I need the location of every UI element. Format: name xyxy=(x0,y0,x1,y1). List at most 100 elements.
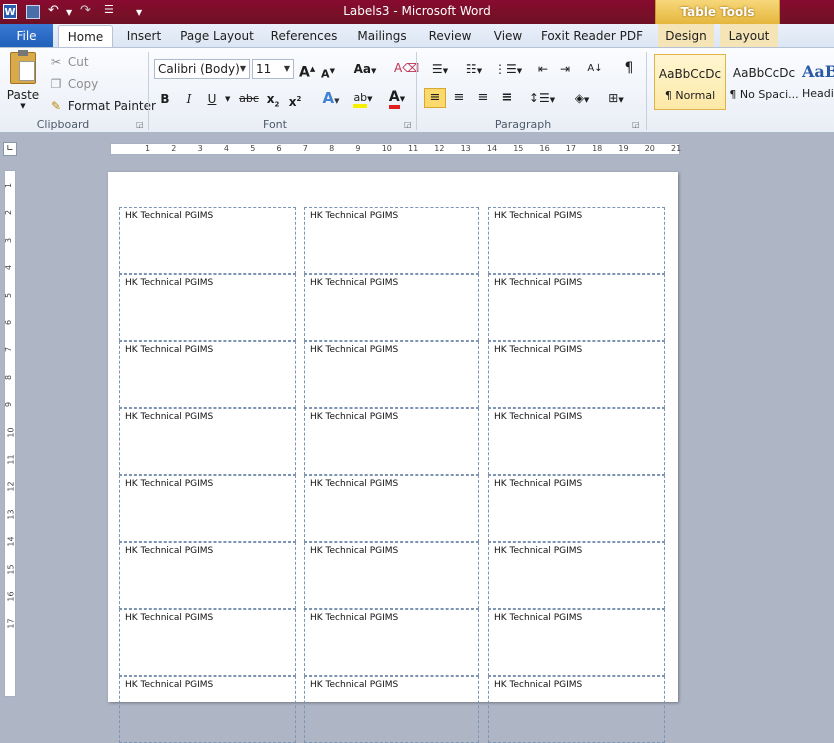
show-formatting-icon[interactable]: ¶ xyxy=(620,59,638,77)
label-cell[interactable]: HK Technical PGIMS xyxy=(488,274,665,341)
label-cell[interactable]: HK Technical PGIMS xyxy=(119,542,296,609)
clipboard-launcher-icon[interactable]: ◲ xyxy=(136,120,144,129)
text-effects-icon[interactable]: A▼ xyxy=(318,89,344,107)
bold-icon[interactable]: B xyxy=(158,90,172,108)
justify-icon[interactable]: ≡ xyxy=(498,89,516,107)
style-preview: AaB xyxy=(802,62,834,81)
multilevel-list-icon[interactable]: ⋮☰▼ xyxy=(494,60,522,78)
label-cell[interactable]: HK Technical PGIMS xyxy=(119,609,296,676)
superscript-icon[interactable]: x2 xyxy=(287,90,303,109)
paragraph-launcher-icon[interactable]: ◲ xyxy=(632,120,640,129)
font-name-combo[interactable]: Calibri (Body) ▼ xyxy=(154,59,250,79)
tab-layout[interactable]: Layout xyxy=(720,24,778,48)
label-cell[interactable]: HK Technical PGIMS xyxy=(119,676,296,743)
paste-button[interactable]: Paste ▼ xyxy=(4,50,42,114)
underline-dropdown-icon[interactable]: ▼ xyxy=(225,90,230,108)
tab-file[interactable]: File xyxy=(0,24,53,48)
label-cell[interactable]: HK Technical PGIMS xyxy=(488,408,665,475)
clear-formatting-icon[interactable]: A⌫ xyxy=(394,59,419,77)
tab-review[interactable]: Review xyxy=(424,24,476,48)
strikethrough-icon[interactable]: abc xyxy=(238,90,260,108)
line-spacing-icon[interactable]: ↕☰▼ xyxy=(528,89,556,107)
bullets-icon[interactable]: ☰▼ xyxy=(426,60,454,78)
chevron-down-icon[interactable]: ▼ xyxy=(284,60,290,78)
decrease-indent-icon[interactable]: ⇤ xyxy=(534,60,552,78)
ruler-number: 14 xyxy=(6,536,16,547)
tab-mailings[interactable]: Mailings xyxy=(352,24,412,48)
document-page[interactable]: HK Technical PGIMS HK Technical PGIMS HK T… xyxy=(108,172,678,743)
sort-icon[interactable]: A↓ xyxy=(586,60,604,78)
underline-icon[interactable]: U xyxy=(205,90,219,108)
label-cell[interactable]: HK Technical PGIMS xyxy=(488,341,665,408)
label-cell[interactable]: HK Technical PGIMS xyxy=(304,274,479,341)
highlight-icon[interactable]: ab▼ xyxy=(349,89,377,108)
numbering-icon[interactable]: ☷▼ xyxy=(460,60,488,78)
ruler-number: 1 xyxy=(145,144,151,153)
cut-label: Cut xyxy=(67,55,89,69)
horizontal-ruler[interactable]: 1 2 3 4 5 6 7 8 9 10 11 12 13 14 15 16 17 18 19 20 21 xyxy=(110,143,681,155)
ruler-number: 15 xyxy=(6,564,16,575)
label-cell[interactable]: HK Technical PGIMS xyxy=(304,207,479,274)
ruler-number: 14 xyxy=(486,144,498,153)
increase-indent-icon[interactable]: ⇥ xyxy=(556,60,574,78)
label-cell[interactable]: HK Technical PGIMS xyxy=(119,408,296,475)
change-case-icon[interactable]: Aa▼ xyxy=(352,60,378,78)
style-normal[interactable]: AaBbCcDc ¶ Normal xyxy=(654,54,726,110)
label-cell[interactable]: HK Technical PGIMS xyxy=(304,341,479,408)
align-center-icon[interactable]: ≡ xyxy=(450,89,468,107)
label-cell[interactable]: HK Technical PGIMS xyxy=(119,341,296,408)
copy-label: Copy xyxy=(67,77,99,91)
tab-selector[interactable]: ∟ xyxy=(3,142,17,156)
tab-references[interactable]: References xyxy=(268,24,340,48)
label-cell[interactable]: HK Technical PGIMS xyxy=(119,207,296,274)
chevron-down-icon[interactable]: ▼ xyxy=(240,60,246,78)
align-left-icon[interactable]: ≡ xyxy=(424,88,446,108)
format-painter-button[interactable]: ✎ Format Painter xyxy=(48,97,156,115)
tab-view[interactable]: View xyxy=(488,24,528,48)
label-cell[interactable]: HK Technical PGIMS xyxy=(304,609,479,676)
italic-icon[interactable]: I xyxy=(182,90,196,108)
label-cell[interactable]: HK Technical PGIMS xyxy=(488,475,665,542)
tab-home[interactable]: Home xyxy=(58,25,113,49)
ruler-number: 13 xyxy=(6,509,16,520)
grow-font-icon[interactable]: A▲ xyxy=(299,60,315,81)
divider xyxy=(416,52,417,130)
cut-button[interactable]: ✂ Cut xyxy=(48,53,89,71)
style-no-spacing[interactable]: AaBbCcDc ¶ No Spaci... xyxy=(728,54,800,110)
tab-page-layout[interactable]: Page Layout xyxy=(178,24,256,48)
ruler-number: 11 xyxy=(408,144,419,153)
ruler-number: 19 xyxy=(618,144,629,153)
font-color-icon[interactable]: A▼ xyxy=(383,88,411,109)
ruler-number: 12 xyxy=(6,481,16,492)
copy-icon: ❐ xyxy=(50,77,62,91)
label-cell[interactable]: HK Technical PGIMS xyxy=(488,676,665,743)
label-cell[interactable]: HK Technical PGIMS xyxy=(304,408,479,475)
subscript-icon[interactable]: x2 xyxy=(265,90,281,108)
ruler-number: 7 xyxy=(302,144,308,153)
vertical-ruler[interactable]: 1 2 3 4 5 6 7 8 9 10 11 12 13 14 15 16 17 xyxy=(4,170,16,697)
tab-foxit[interactable]: Foxit Reader PDF xyxy=(540,24,644,48)
label-cell[interactable]: HK Technical PGIMS xyxy=(304,542,479,609)
label-cell[interactable]: HK Technical PGIMS xyxy=(119,475,296,542)
font-size-combo[interactable]: 11 ▼ xyxy=(252,59,294,79)
label-cell[interactable]: HK Technical PGIMS xyxy=(488,609,665,676)
label-cell[interactable]: HK Technical PGIMS xyxy=(488,542,665,609)
format-painter-label: Format Painter xyxy=(67,99,156,113)
font-launcher-icon[interactable]: ◲ xyxy=(404,120,412,129)
tab-insert[interactable]: Insert xyxy=(120,24,168,48)
copy-button[interactable]: ❐ Copy xyxy=(48,75,99,93)
shrink-font-icon[interactable]: A▼ xyxy=(320,62,336,81)
paragraph-group-label: Paragraph xyxy=(494,118,552,131)
ruler-number: 12 xyxy=(434,144,445,153)
label-cell[interactable]: HK Technical PGIMS xyxy=(488,207,665,274)
align-right-icon[interactable]: ≡ xyxy=(474,89,492,107)
label-cell[interactable]: HK Technical PGIMS xyxy=(119,274,296,341)
style-heading[interactable]: AaB Headi xyxy=(802,54,834,110)
style-name: ¶ Normal xyxy=(664,89,716,102)
tab-design[interactable]: Design xyxy=(658,24,714,48)
paste-dropdown-icon[interactable]: ▼ xyxy=(4,102,42,110)
shading-icon[interactable]: ◈▼ xyxy=(568,89,596,107)
label-cell[interactable]: HK Technical PGIMS xyxy=(304,475,479,542)
borders-icon[interactable]: ⊞▼ xyxy=(602,89,630,107)
label-cell[interactable]: HK Technical PGIMS xyxy=(304,676,479,743)
